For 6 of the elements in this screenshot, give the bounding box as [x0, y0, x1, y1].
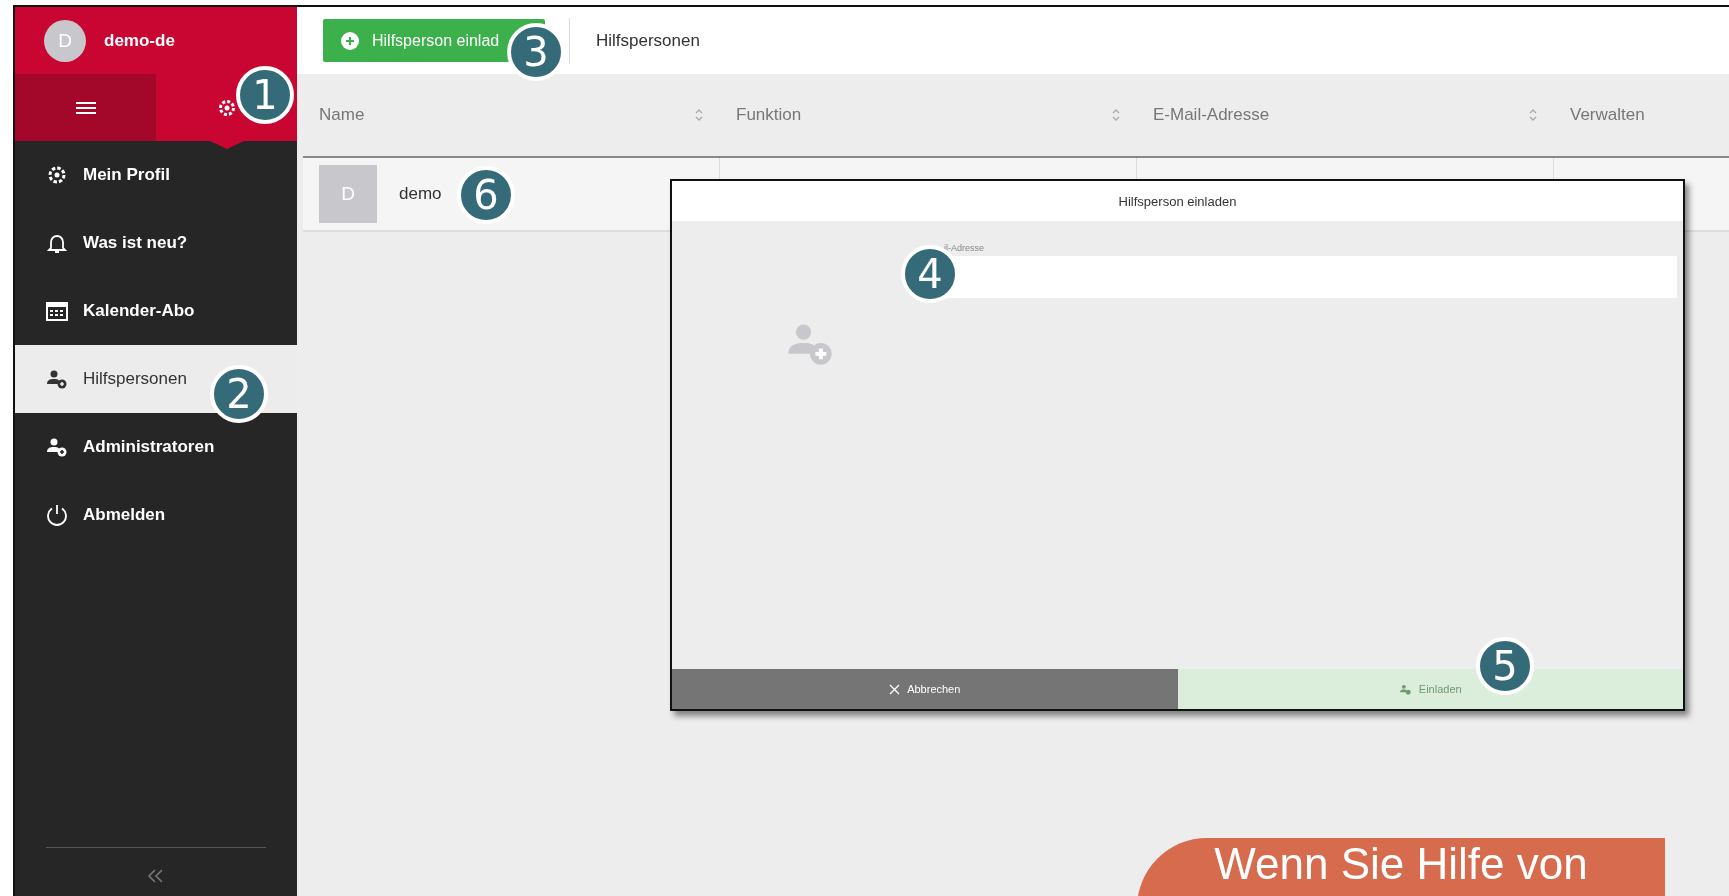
- table-cell: demo: [399, 184, 442, 204]
- page-title: Hilfspersonen: [596, 30, 700, 51]
- dialog-title: Hilfsperson einladen: [672, 181, 1683, 221]
- banner-text: Wenn Sie Hilfe von: [1214, 842, 1588, 890]
- user-name: demo-de: [104, 30, 175, 51]
- field-label: il-Adresse: [944, 243, 985, 253]
